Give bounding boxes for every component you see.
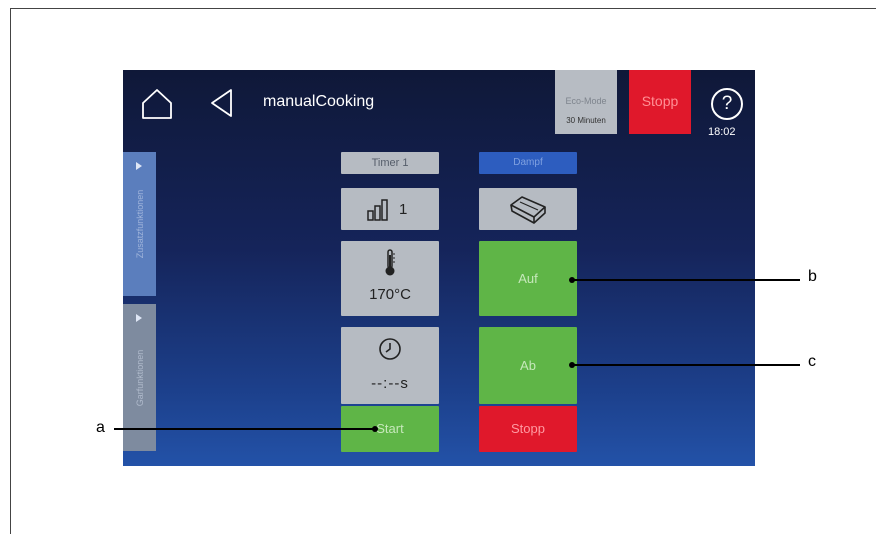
temperature-tile[interactable]: 170°C (341, 241, 439, 316)
clock-icon (379, 338, 401, 360)
level-value: 1 (399, 201, 408, 218)
sidebar-tab-zusatzfunktionen[interactable]: Zusatzfunktionen (123, 152, 156, 296)
back-arrow-icon[interactable] (209, 88, 233, 118)
expand-arrow-icon (136, 314, 142, 322)
callout-label-c: c (808, 353, 816, 370)
level-tile[interactable]: 1 (341, 188, 439, 230)
temperature-value: 170°C (369, 286, 411, 303)
steam-tab[interactable]: Dampf (479, 152, 577, 174)
help-icon[interactable]: ? (711, 88, 743, 120)
device-screen: manualCooking Eco-Mode 30 Minuten Stopp … (123, 70, 755, 466)
thermometer-icon (385, 249, 395, 276)
callout-dot-b (569, 277, 575, 283)
basket-icon (510, 196, 546, 224)
callout-dot-c (569, 362, 575, 368)
sidebar-tab-label: Zusatzfunktionen (134, 189, 145, 259)
eco-mode-sub: 30 Minuten (566, 116, 606, 125)
clock-time: 18:02 (708, 126, 736, 138)
frame-border-top (10, 8, 876, 9)
timer-tab[interactable]: Timer 1 (341, 152, 439, 174)
callout-label-b: b (808, 268, 817, 285)
duration-tile[interactable]: --:--s (341, 327, 439, 404)
callout-label-a: a (96, 419, 105, 436)
bar-level-icon (367, 199, 388, 221)
top-bar: manualCooking Eco-Mode 30 Minuten Stopp … (123, 70, 755, 138)
sidebar-tab-label: Garfunktionen (134, 349, 145, 406)
callout-line-b (572, 279, 800, 281)
basket-tile[interactable] (479, 188, 577, 230)
page-title: manualCooking (263, 93, 375, 110)
home-icon[interactable] (141, 88, 173, 120)
callout-dot-a (372, 426, 378, 432)
eco-mode-button[interactable]: Eco-Mode 30 Minuten (555, 70, 617, 134)
eco-mode-label: Eco-Mode (565, 96, 607, 106)
callout-line-c (572, 364, 800, 366)
callout-line-a (114, 428, 376, 430)
frame-border-left (10, 8, 11, 534)
stopp-button-top[interactable]: Stopp (629, 70, 691, 134)
expand-arrow-icon (136, 162, 142, 170)
auf-button[interactable]: Auf (479, 241, 577, 316)
duration-value: --:--s (371, 375, 409, 392)
stopp-button-bottom[interactable]: Stopp (479, 406, 577, 452)
ab-button[interactable]: Ab (479, 327, 577, 404)
